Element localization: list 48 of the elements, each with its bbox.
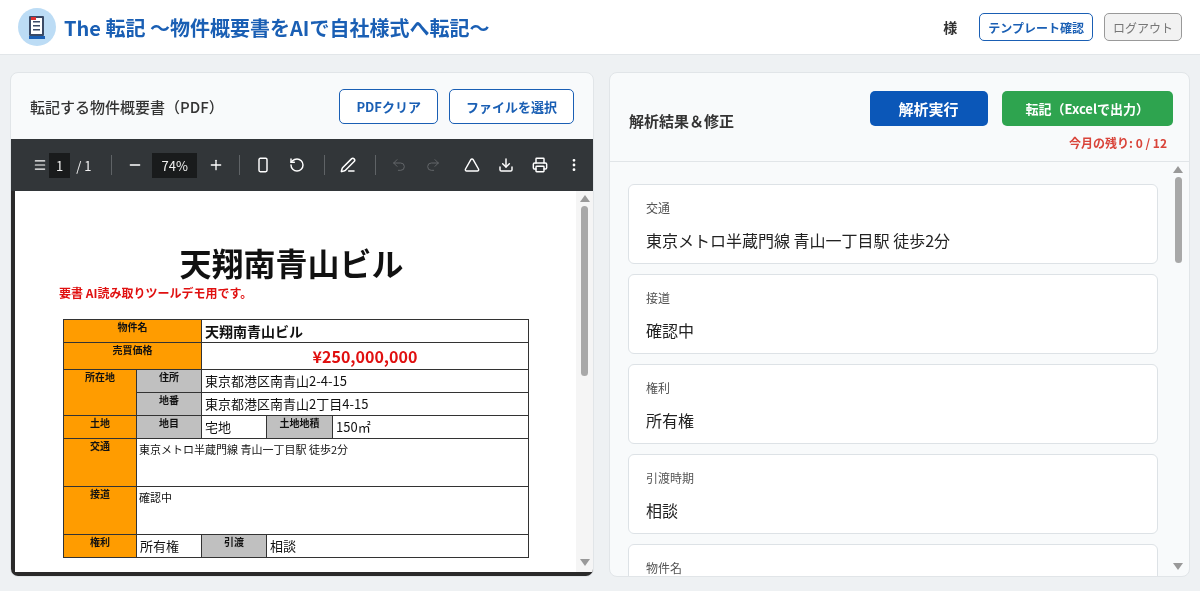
table-cell: ¥250,000,000 — [201, 342, 529, 370]
field-label: 権利 — [646, 379, 671, 396]
page-input[interactable]: 1 — [49, 152, 71, 178]
analyze-button[interactable]: 解析実行 — [869, 91, 988, 126]
document-title: 天翔南青山ビル — [178, 243, 405, 282]
table-cell: 確認中 — [136, 486, 529, 535]
table-cell: 東京都港区南青山2丁目4-15 — [201, 392, 529, 416]
table-header-cell: 接道 — [63, 486, 137, 535]
remaining-count: 今月の残り: 0 / 12 — [1069, 134, 1168, 151]
table-header-cell: 所在地 — [63, 369, 137, 416]
table-cell: 東京メトロ半蔵門線 青山一丁目駅 徒歩2分 — [136, 438, 529, 487]
field-label: 引渡時期 — [646, 469, 695, 486]
template-button[interactable]: テンプレート確認 — [979, 13, 1093, 41]
scrollbar[interactable] — [576, 191, 593, 572]
pen-icon[interactable] — [339, 157, 356, 173]
rotate-icon[interactable] — [288, 157, 305, 173]
field-value[interactable]: 所有権 — [646, 408, 1140, 432]
file-select-button[interactable]: ファイルを選択 — [449, 88, 574, 124]
print-icon[interactable] — [532, 157, 548, 173]
table-cell: 相談 — [266, 534, 529, 558]
field-value[interactable]: 相談 — [646, 498, 1140, 522]
field-value[interactable]: 東京メトロ半蔵門線 青山一丁目駅 徒歩2分 — [646, 228, 1140, 252]
table-cell: 天翔南青山ビル — [201, 319, 529, 343]
field-label: 接道 — [646, 289, 671, 306]
panel-title: 解析結果＆修正 — [629, 110, 735, 131]
download-icon[interactable] — [498, 157, 514, 173]
table-header-cell: 売買価格 — [63, 342, 202, 370]
app-title: The 転記 〜物件概要書をAIで自社様式へ転記〜 — [64, 12, 490, 42]
triangle-icon[interactable] — [464, 157, 480, 173]
table-header-cell: 土地 — [63, 415, 137, 439]
document-notice: 要書 AI読み取りツールデモ用です。 — [59, 285, 254, 301]
field-value[interactable]: 確認中 — [646, 318, 1140, 342]
clear-button[interactable]: PDFクリア — [339, 88, 438, 124]
field-label: 交通 — [646, 199, 671, 216]
table-cell: 東京都港区南青山2-4-15 — [201, 369, 529, 393]
table-header-cell: 物件名 — [63, 319, 202, 343]
field-label: 物件名 — [646, 559, 683, 576]
panel-title: 転記する物件概要書（PDF） — [30, 95, 225, 117]
app-logo — [18, 8, 56, 46]
logout-button[interactable]: ログアウト — [1104, 13, 1182, 41]
table-header-cell: 交通 — [63, 438, 137, 487]
table-cell: 宅地 — [201, 415, 267, 439]
zoom-input[interactable]: 74% — [152, 152, 197, 178]
page-total: / 1 — [76, 155, 92, 175]
table-cell: 150㎡ — [332, 415, 529, 439]
table-header-cell: 権利 — [63, 534, 137, 558]
user-honorific: 様 — [943, 17, 958, 37]
table-cell: 所有権 — [136, 534, 202, 558]
